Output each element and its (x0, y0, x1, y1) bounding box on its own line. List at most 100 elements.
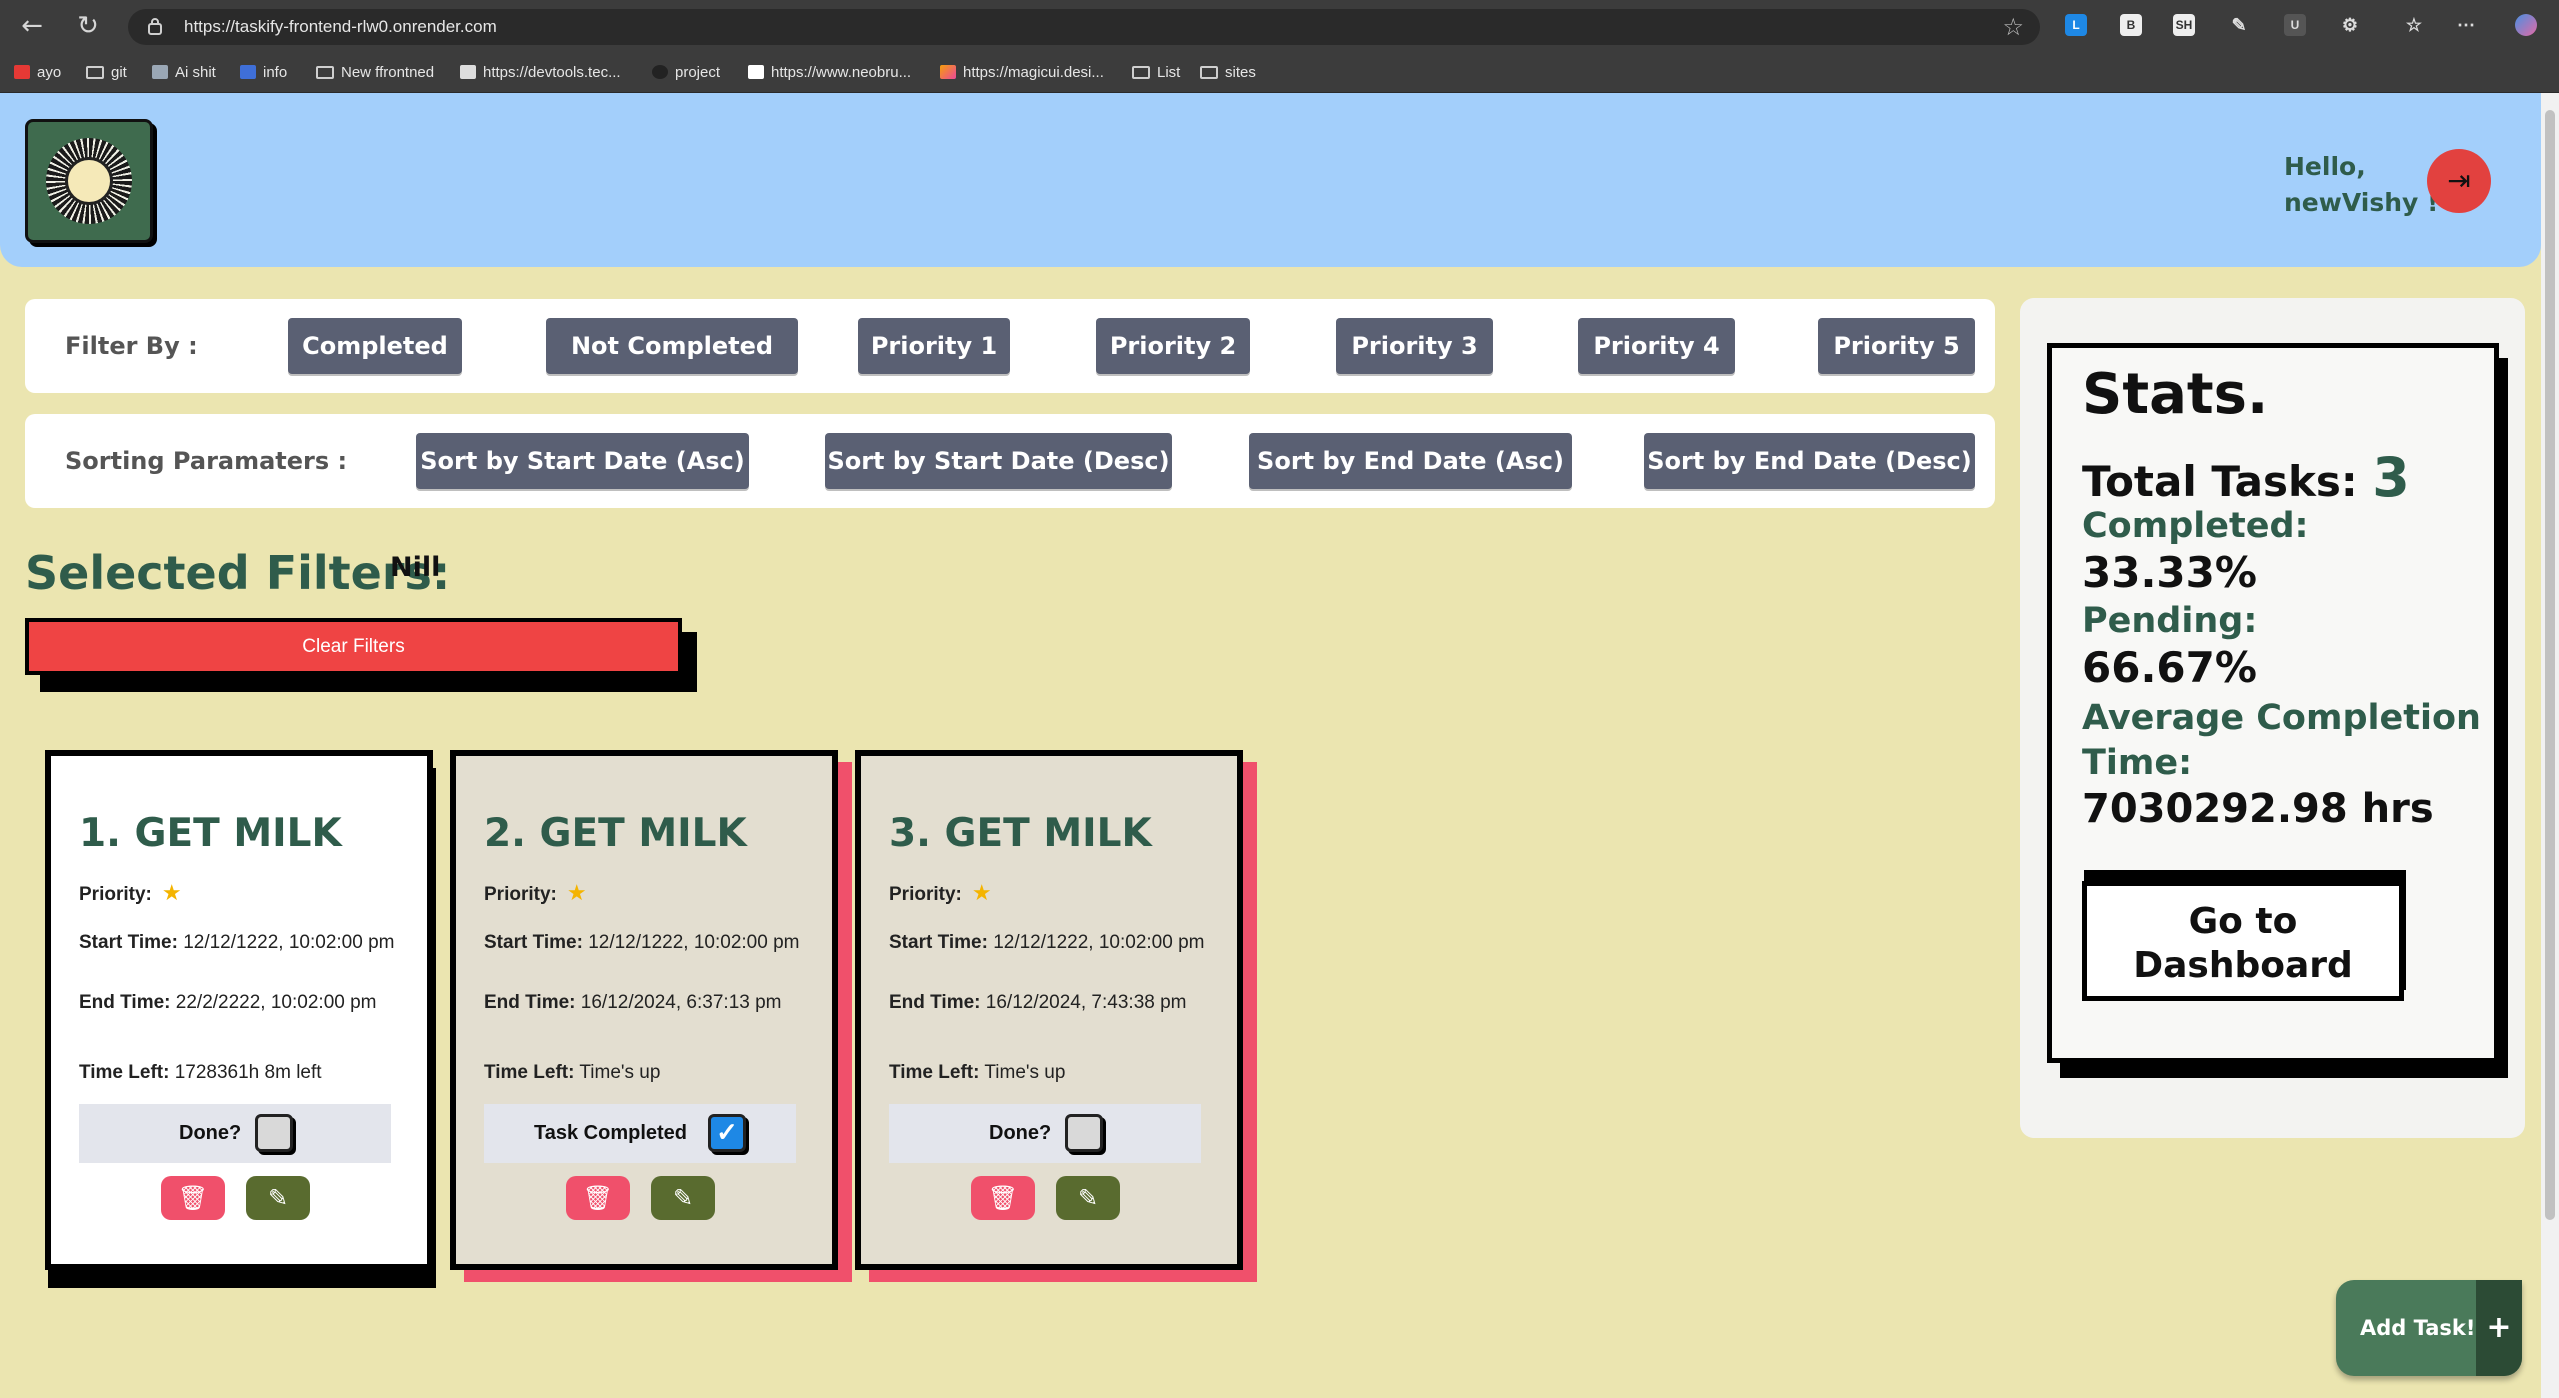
tuf-icon (14, 65, 30, 79)
app-header: Hello, newVishy ! ⇥ (0, 93, 2541, 267)
reload-icon[interactable]: ↻ (74, 12, 102, 40)
ai-icon (152, 65, 168, 79)
edit-icon: ✎ (1077, 1184, 1099, 1212)
completed-label: Completed: (2082, 506, 2309, 546)
task-card: 2. GET MILK Priority: ★ Start Time: 12/12… (450, 750, 838, 1270)
bookmark-item[interactable]: sites (1200, 52, 1256, 93)
task-end-time: End Time: 22/2/2222, 10:02:00 pm (79, 992, 377, 1013)
task-priority: Priority: ★ (79, 880, 182, 905)
notion-icon (748, 65, 764, 79)
task-end-time: End Time: 16/12/2024, 6:37:13 pm (484, 992, 782, 1013)
eyedropper-icon[interactable]: ✎ (2228, 14, 2250, 36)
task-priority: Priority: ★ (484, 880, 587, 905)
edit-task-button[interactable]: ✎ (246, 1176, 310, 1220)
filter-priority-1-button[interactable]: Priority 1 (858, 318, 1010, 374)
add-task-label: Add Task! (2360, 1316, 2476, 1340)
task-start-time: Start Time: 12/12/1222, 10:02:00 pm (79, 932, 395, 953)
bookmark-item[interactable]: Ai shit (152, 52, 216, 93)
task-end-time: End Time: 16/12/2024, 7:43:38 pm (889, 992, 1187, 1013)
cm-icon (652, 65, 668, 79)
filter-priority-4-button[interactable]: Priority 4 (1578, 318, 1735, 374)
copilot-icon[interactable] (2515, 14, 2537, 36)
more-icon[interactable]: ⋯ (2455, 14, 2477, 36)
sort-start-asc-button[interactable]: Sort by Start Date (Asc) (416, 433, 749, 489)
sort-panel: Sorting Paramaters : Sort by Start Date … (25, 414, 1995, 508)
extension-icon[interactable]: U (2284, 14, 2306, 36)
task-time-left: Time Left: Time's up (484, 1062, 661, 1083)
back-icon[interactable]: ← (18, 12, 46, 40)
edit-task-button[interactable]: ✎ (1056, 1176, 1120, 1220)
edit-task-button[interactable]: ✎ (651, 1176, 715, 1220)
puzzle-icon[interactable]: ⚙ (2339, 14, 2361, 36)
timer-dial-icon (46, 138, 132, 224)
bookmark-item[interactable]: https://magicui.desi... (940, 52, 1104, 93)
sort-end-desc-button[interactable]: Sort by End Date (Desc) (1644, 433, 1975, 489)
task-status-box: Task Completed ✓ (484, 1104, 796, 1163)
selected-filters-value: Nill (390, 552, 441, 583)
edit-icon: ✎ (672, 1184, 694, 1212)
clear-filters-button[interactable]: Clear Filters (25, 618, 682, 675)
total-tasks: Total Tasks: 3 (2082, 446, 2410, 509)
task-status-label: Task Completed (534, 1122, 687, 1144)
add-task-button[interactable]: Add Task! + (2336, 1280, 2522, 1376)
task-title: 2. GET MILK (484, 811, 747, 856)
bookmark-item[interactable]: https://www.neobru... (748, 52, 911, 93)
folder-icon (316, 66, 334, 79)
bookmark-item[interactable]: https://devtools.tec... (460, 52, 621, 93)
lock-icon (148, 18, 162, 35)
priority-star-icon: ★ (566, 880, 587, 905)
delete-task-button[interactable]: 🗑 (971, 1176, 1035, 1220)
checkmark-icon: ✓ (716, 1117, 738, 1147)
sort-start-desc-button[interactable]: Sort by Start Date (Desc) (825, 433, 1172, 489)
page-icon (460, 65, 476, 79)
bookmarks-bar: ayo git Ai shit info New ffrontned https… (0, 52, 2559, 93)
bookmark-item[interactable]: git (86, 52, 127, 93)
selected-filters-title: Selected Filters: (25, 546, 451, 600)
filter-panel: Filter By : Completed Not Completed Prio… (25, 299, 1995, 393)
app-logo[interactable] (25, 119, 153, 243)
sort-end-asc-button[interactable]: Sort by End Date (Asc) (1249, 433, 1572, 489)
task-title: 1. GET MILK (79, 811, 342, 856)
task-status-label: Done? (179, 1122, 242, 1144)
filter-priority-2-button[interactable]: Priority 2 (1096, 318, 1250, 374)
scrollbar-thumb[interactable] (2545, 110, 2555, 1220)
bookmark-item[interactable]: New ffrontned (316, 52, 434, 93)
folder-icon (1200, 66, 1218, 79)
browser-toolbar: ← ↻ https://taskify-frontend-rlw0.onrend… (0, 0, 2559, 52)
done-checkbox[interactable] (255, 1114, 293, 1152)
extension-icon[interactable]: L (2065, 14, 2087, 36)
bookmark-item[interactable]: info (240, 52, 287, 93)
filter-label: Filter By : (65, 332, 198, 360)
delete-task-button[interactable]: 🗑 (161, 1176, 225, 1220)
edit-icon: ✎ (267, 1184, 289, 1212)
done-checkbox[interactable]: ✓ (708, 1114, 746, 1152)
extension-icon[interactable]: SH (2173, 14, 2195, 36)
task-start-time: Start Time: 12/12/1222, 10:02:00 pm (484, 932, 800, 953)
filter-completed-button[interactable]: Completed (288, 318, 462, 374)
pending-label: Pending: (2082, 601, 2258, 641)
completed-value: 33.33% (2082, 548, 2257, 597)
filter-priority-5-button[interactable]: Priority 5 (1818, 318, 1975, 374)
extension-icon[interactable]: B (2120, 14, 2142, 36)
bookmark-item[interactable]: project (652, 52, 720, 93)
task-time-left: Time Left: Time's up (889, 1062, 1066, 1083)
done-checkbox[interactable] (1065, 1114, 1103, 1152)
sort-label: Sorting Paramaters : (65, 447, 348, 475)
favorites-icon[interactable]: ☆ (2403, 14, 2425, 36)
task-status-box: Done? (79, 1104, 391, 1163)
avg-completion-label: Average Completion Time: (2082, 698, 2481, 783)
address-bar[interactable]: https://taskify-frontend-rlw0.onrender.c… (128, 9, 2040, 45)
stats-title: Stats. (2082, 362, 2269, 427)
filter-priority-3-button[interactable]: Priority 3 (1336, 318, 1493, 374)
go-to-dashboard-button[interactable]: Go to Dashboard (2082, 881, 2404, 1001)
bookmark-item[interactable]: ayo (14, 52, 61, 93)
filter-not-completed-button[interactable]: Not Completed (546, 318, 798, 374)
bookmark-item[interactable]: List (1132, 52, 1180, 93)
bookmark-star-icon[interactable]: ☆ (2002, 13, 2024, 41)
logout-button[interactable]: ⇥ (2427, 149, 2491, 213)
avg-completion-value: 7030292.98 hrs (2082, 786, 2434, 832)
total-tasks-value: 3 (2372, 446, 2410, 509)
task-card: 3. GET MILK Priority: ★ Start Time: 12/12… (855, 750, 1243, 1270)
trash-icon: 🗑 (987, 1184, 1019, 1212)
delete-task-button[interactable]: 🗑 (566, 1176, 630, 1220)
